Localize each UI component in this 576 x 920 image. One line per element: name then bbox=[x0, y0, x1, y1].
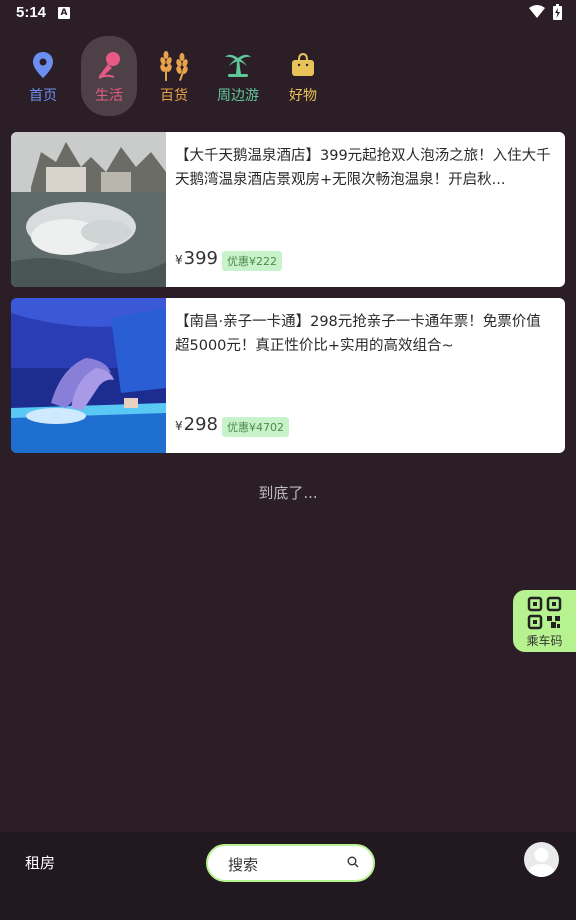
palm-tree-icon bbox=[210, 48, 266, 82]
location-pin-icon bbox=[15, 48, 71, 82]
currency-symbol: ¥ bbox=[175, 419, 183, 433]
product-card[interactable]: 【南昌·亲子一卡通】298元抢亲子一卡通年票！免票价值超5000元！真正性价比+… bbox=[11, 298, 565, 453]
nav-label-shopping: 好物 bbox=[289, 88, 317, 104]
nav-item-life[interactable]: 生活 bbox=[81, 38, 137, 116]
currency-symbol: ¥ bbox=[175, 253, 183, 267]
avatar[interactable] bbox=[524, 842, 559, 877]
product-title: 【大千天鹅温泉酒店】399元起抢双人泡汤之旅！入住大千天鹅湾温泉酒店景观房+无限… bbox=[175, 148, 551, 188]
category-nav: 首页 生活 百货 周边游 好物 bbox=[0, 36, 576, 120]
user-avatar-icon bbox=[528, 848, 555, 877]
nav-item-shopping[interactable]: 好物 bbox=[275, 38, 331, 116]
product-image-hotspring bbox=[11, 132, 166, 287]
discount-badge: 优惠¥4702 bbox=[222, 417, 289, 437]
price-value: 399 bbox=[183, 248, 218, 269]
discount-badge: 优惠¥222 bbox=[222, 251, 282, 271]
wifi-icon bbox=[529, 5, 545, 18]
product-title: 【南昌·亲子一卡通】298元抢亲子一卡通年票！免票价值超5000元！真正性价比+… bbox=[175, 314, 541, 354]
search-icon bbox=[347, 856, 359, 868]
nav-label-home: 首页 bbox=[29, 88, 57, 104]
nav-item-nearby[interactable]: 周边游 bbox=[210, 38, 266, 116]
qr-button-label: 乘车码 bbox=[526, 634, 563, 648]
product-image-dolphin-show bbox=[11, 298, 166, 453]
status-icons bbox=[529, 4, 562, 20]
shopping-bag-icon bbox=[275, 48, 331, 82]
ride-qr-code-button[interactable]: 乘车码 bbox=[513, 590, 576, 652]
nav-item-goods[interactable]: 百货 bbox=[146, 38, 202, 116]
rent-link[interactable]: 租房 bbox=[25, 852, 55, 873]
bottom-bar: 租房 搜索 bbox=[0, 832, 576, 920]
microphone-icon bbox=[81, 48, 137, 82]
search-input[interactable]: 搜索 bbox=[206, 844, 375, 882]
wheat-icon bbox=[146, 48, 202, 82]
product-price: ¥298 bbox=[175, 414, 218, 435]
battery-icon bbox=[553, 4, 562, 20]
product-card[interactable]: 【大千天鹅温泉酒店】399元起抢双人泡汤之旅！入住大千天鹅湾温泉酒店景观房+无限… bbox=[11, 132, 565, 287]
status-time: 5:14 bbox=[16, 4, 47, 21]
end-of-list-text: 到底了... bbox=[258, 484, 318, 502]
status-bar: 5:14 A bbox=[0, 0, 576, 28]
price-value: 298 bbox=[183, 414, 218, 435]
search-label: 搜索 bbox=[228, 856, 259, 874]
notification-a-icon: A bbox=[58, 7, 70, 19]
product-price: ¥399 bbox=[175, 248, 218, 269]
qr-code-icon bbox=[527, 596, 562, 630]
nav-item-home[interactable]: 首页 bbox=[15, 38, 71, 116]
